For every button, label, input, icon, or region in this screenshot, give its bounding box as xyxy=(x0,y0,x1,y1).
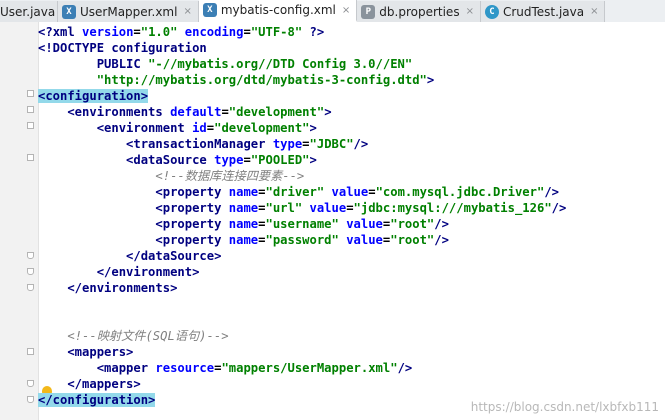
tab-user-java[interactable]: User.java xyxy=(0,1,58,22)
fold-end-marker-icon[interactable] xyxy=(27,252,34,259)
tab-label: User.java xyxy=(0,4,56,19)
properties-file-icon: P xyxy=(361,4,376,19)
close-icon[interactable]: × xyxy=(590,6,598,17)
code-line: <configuration> xyxy=(38,88,149,104)
java-test-class-icon: C xyxy=(484,4,499,19)
xml-file-icon: X xyxy=(202,3,217,17)
code-line: <mapper resource="mappers/UserMapper.xml… xyxy=(38,361,413,375)
close-icon[interactable]: × xyxy=(466,6,474,17)
code-line: </dataSource> xyxy=(38,249,222,263)
code-line: <!--映射文件(SQL语句)--> xyxy=(38,328,229,344)
code-line: </configuration> xyxy=(38,392,156,408)
fold-end-marker-icon[interactable] xyxy=(27,268,34,275)
matched-tag-highlight: <configuration> xyxy=(38,89,149,103)
code-area[interactable]: <?xml version="1.0" encoding="UTF-8" ?> … xyxy=(38,22,665,420)
tab-label: UserMapper.xml xyxy=(80,4,178,19)
code-line: <!--数据库连接四要素--> xyxy=(38,168,304,184)
code-line: <property name="driver" value="com.mysql… xyxy=(38,185,560,199)
close-icon[interactable]: × xyxy=(183,6,191,17)
code-line: <property name="password" value="root"/> xyxy=(38,233,449,247)
code-line: <!DOCTYPE configuration xyxy=(38,41,207,55)
xml-file-icon: X xyxy=(62,4,76,19)
fold-marker-icon[interactable] xyxy=(27,154,34,161)
tab-crudtest-java[interactable]: C CrudTest.java × xyxy=(480,1,606,22)
fold-marker-icon[interactable] xyxy=(27,348,34,355)
code-editor[interactable]: <?xml version="1.0" encoding="UTF-8" ?> … xyxy=(0,22,665,420)
code-line: </environments> xyxy=(38,281,178,295)
code-line: </environment> xyxy=(38,265,200,279)
code-line: <property name="username" value="root"/> xyxy=(38,217,449,231)
fold-end-marker-icon[interactable] xyxy=(27,284,34,291)
fold-end-marker-icon[interactable] xyxy=(27,396,34,403)
tab-label: db.properties xyxy=(379,4,460,19)
code-line: <environment id="development"> xyxy=(38,121,317,135)
code-line: <property name="url" value="jdbc:mysql:/… xyxy=(38,201,567,215)
watermark: https://blog.csdn.net/lxbfxb111 xyxy=(470,400,659,414)
tab-label: CrudTest.java xyxy=(502,4,585,19)
xml-comment: <!--数据库连接四要素--> xyxy=(155,169,305,183)
tab-db-properties[interactable]: P db.properties × xyxy=(357,1,481,22)
fold-marker-icon[interactable] xyxy=(27,90,34,97)
code-line: <dataSource type="POOLED"> xyxy=(38,153,317,167)
code-line: <mappers> xyxy=(38,345,134,359)
xml-comment: <!--映射文件(SQL语句)--> xyxy=(67,329,229,343)
matched-tag-highlight: </configuration> xyxy=(38,393,156,407)
tab-label: mybatis-config.xml xyxy=(220,3,336,17)
code-line: </mappers> xyxy=(38,377,141,391)
code-line: <?xml version="1.0" encoding="UTF-8" ?> xyxy=(38,25,325,39)
fold-marker-icon[interactable] xyxy=(27,122,34,129)
code-line: <transactionManager type="JDBC"/> xyxy=(38,137,369,151)
tab-mybatis-config-xml[interactable]: X mybatis-config.xml × xyxy=(198,0,358,22)
editor-tab-bar: User.java X UserMapper.xml × X mybatis-c… xyxy=(0,0,665,23)
tab-usermapper-xml[interactable]: X UserMapper.xml × xyxy=(58,1,199,22)
fold-marker-icon[interactable] xyxy=(27,106,34,113)
editor-gutter xyxy=(0,22,39,420)
close-icon[interactable]: × xyxy=(342,5,350,16)
code-line: "http://mybatis.org/dtd/mybatis-3-config… xyxy=(96,73,435,87)
code-line: PUBLIC "-//mybatis.org//DTD Config 3.0//… xyxy=(38,57,413,71)
fold-end-marker-icon[interactable] xyxy=(27,380,34,387)
code-line: <environments default="development"> xyxy=(38,105,332,119)
